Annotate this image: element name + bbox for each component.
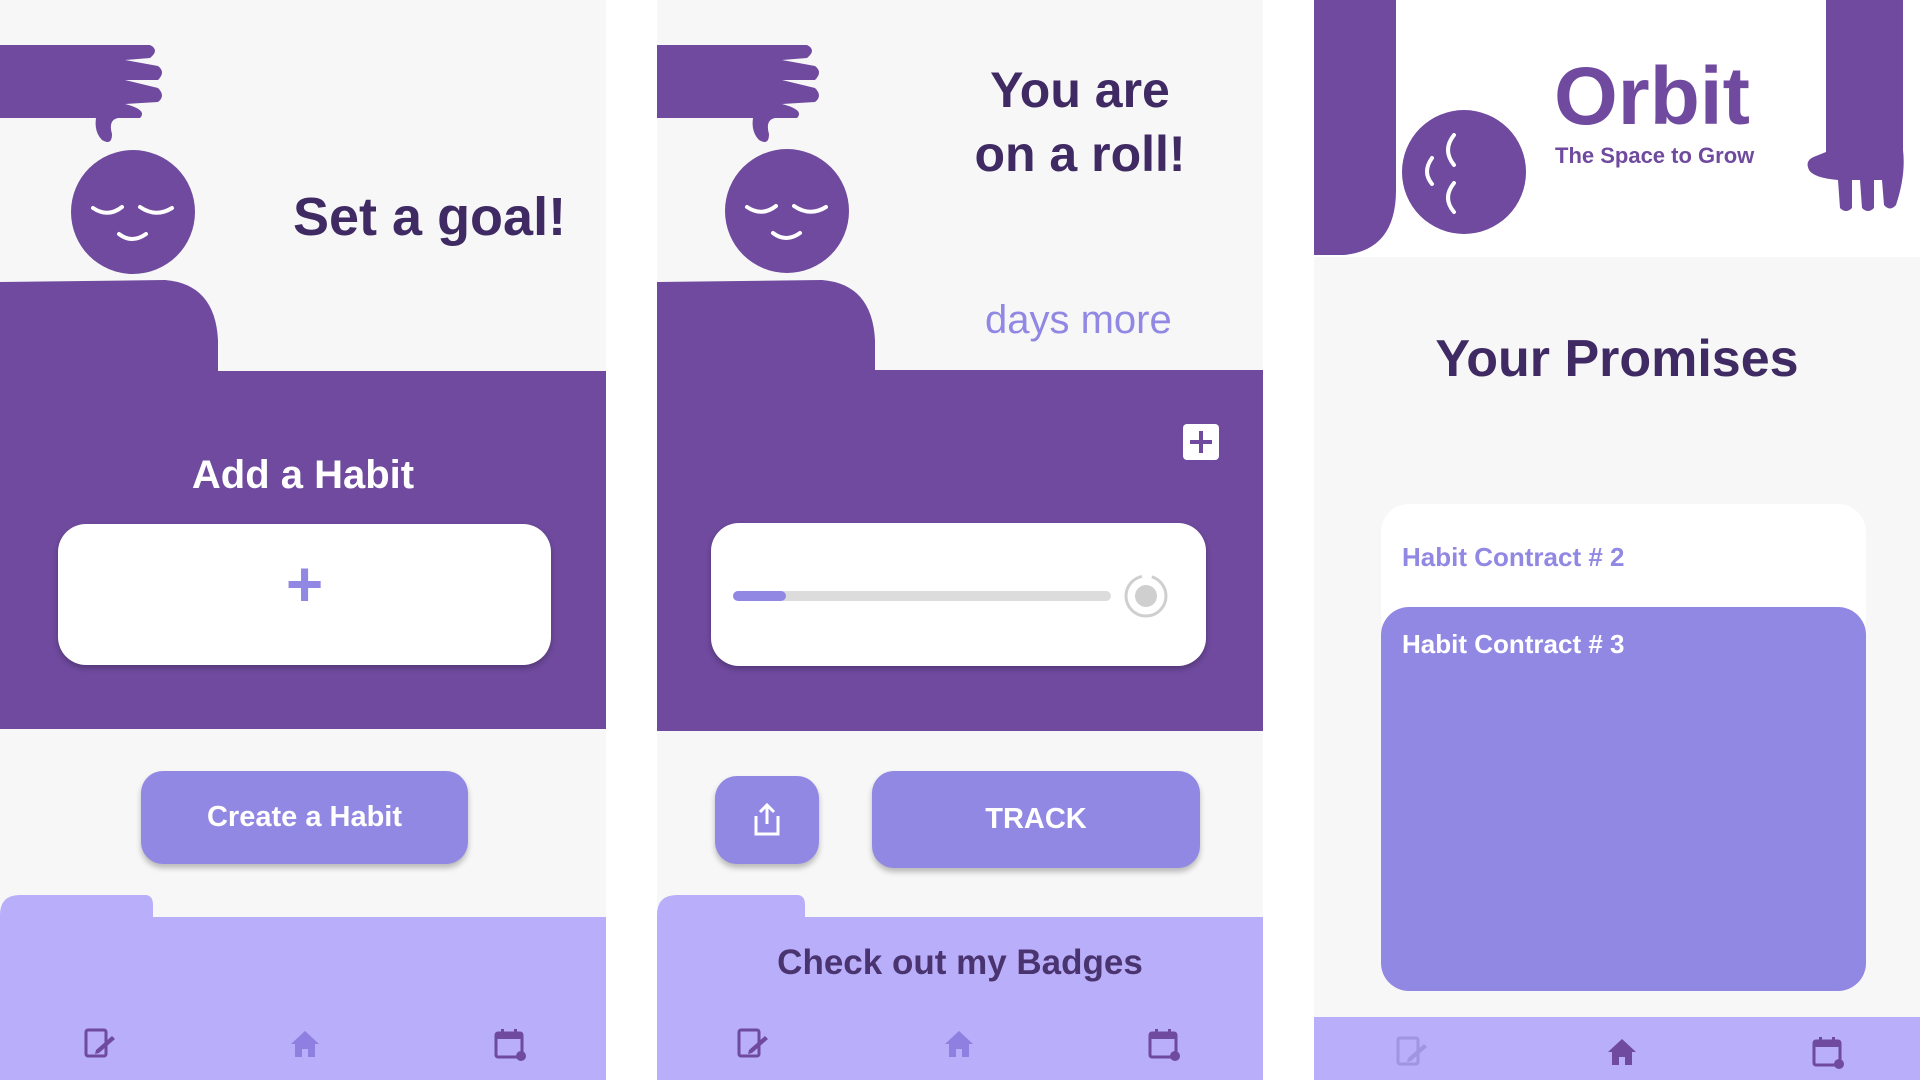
roll-heading-line1: You are (990, 62, 1170, 118)
character-illustration (657, 45, 875, 372)
calendar-icon[interactable] (1810, 1034, 1846, 1070)
bottom-nav (657, 990, 1263, 1080)
target-icon[interactable] (1122, 572, 1170, 620)
tagline: The Space to Grow (1555, 143, 1755, 168)
calendar-icon[interactable] (492, 1026, 528, 1062)
days-more-text: days more (985, 298, 1172, 342)
screen-your-promises: Orbit The Space to Grow Your Promises Ha… (1314, 0, 1920, 1080)
home-icon[interactable] (941, 1026, 977, 1062)
bottom-nav (1314, 1017, 1920, 1080)
habit-contract-3[interactable]: Habit Contract # 3 (1381, 607, 1866, 991)
add-icon[interactable] (1181, 422, 1221, 462)
bottom-nav (0, 990, 606, 1080)
add-habit-title: Add a Habit (191, 453, 415, 497)
home-icon[interactable] (1604, 1034, 1640, 1070)
share-button[interactable] (715, 776, 819, 864)
home-icon[interactable] (287, 1026, 323, 1062)
orbit-logo: Orbit (1554, 51, 1750, 142)
add-habit-card[interactable]: + (58, 524, 551, 665)
badges-link[interactable]: Check out my Badges (657, 943, 1263, 983)
habit-contract-2-label: Habit Contract # 2 (1402, 542, 1625, 572)
track-button[interactable]: TRACK (872, 771, 1200, 868)
bottom-nav-area (0, 895, 606, 1080)
share-icon (754, 802, 780, 836)
add-habit-plus-icon[interactable]: + (58, 552, 551, 616)
edit-icon[interactable] (1394, 1034, 1430, 1070)
roll-heading: You are on a roll! (947, 58, 1213, 186)
screen-set-goal: Set a goal! Add a Habit + Create a Habit (0, 0, 606, 1080)
progress-fill (733, 591, 786, 601)
habit-contract-3-label: Habit Contract # 3 (1402, 629, 1625, 659)
calendar-icon[interactable] (1146, 1026, 1182, 1062)
habit-progress-panel (657, 370, 1263, 731)
create-habit-button[interactable]: Create a Habit (141, 771, 468, 864)
habit-contract-1-label: Habit Contract # 1 (1402, 444, 1625, 474)
goal-heading: Set a goal! (293, 187, 567, 247)
progress-track (733, 591, 1111, 601)
header-area: Orbit The Space to Grow (1314, 0, 1920, 257)
bottom-nav-area: Check out my Badges (657, 895, 1263, 1080)
edit-icon[interactable] (735, 1026, 771, 1062)
screen-on-a-roll: You are on a roll! days more TRACK Check… (657, 0, 1263, 1080)
roll-heading-line2: on a roll! (974, 126, 1186, 182)
edit-icon[interactable] (82, 1026, 118, 1062)
add-habit-panel: Add a Habit + (0, 371, 606, 729)
habit-progress-card (711, 523, 1206, 666)
promises-title: Your Promises (1435, 330, 1799, 388)
